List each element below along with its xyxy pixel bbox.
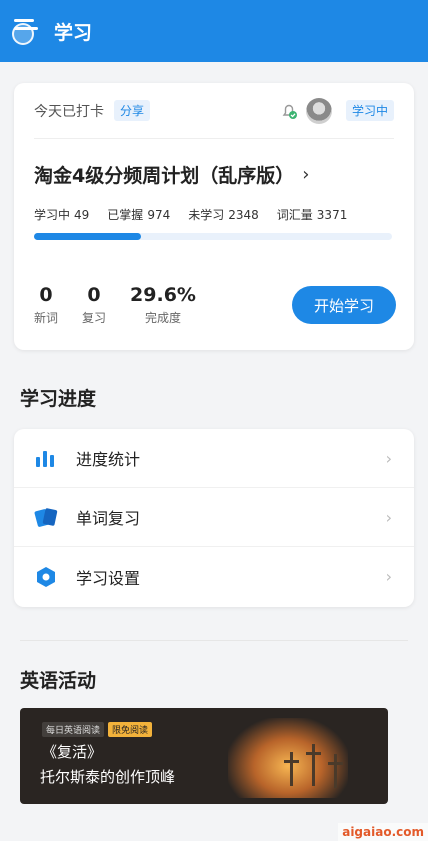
cards-icon	[34, 505, 58, 529]
bar-chart-icon	[34, 446, 58, 470]
progress-section-title: 学习进度	[20, 388, 97, 410]
banner-tag-daily: 每日英语阅读	[42, 722, 105, 737]
count-new-words: 0 新词	[34, 284, 59, 325]
activity-banner[interactable]: 每日英语阅读 限免阅读 《复活》 托尔斯泰的创作顶峰	[20, 708, 388, 804]
menu-item-label: 单词复习	[76, 509, 141, 528]
plan-progress-fill	[34, 233, 142, 240]
chevron-right-icon: ›	[385, 567, 392, 586]
page-title: 学习	[54, 21, 93, 44]
plan-progress-bar	[34, 233, 392, 240]
chevron-right-icon: ›	[385, 448, 392, 468]
checkin-row: 今天已打卡 分享 学习中	[34, 83, 394, 139]
menu-item-word-review[interactable]: 单词复习 ›	[14, 488, 414, 547]
banner-tags: 每日英语阅读 限免阅读	[42, 722, 153, 737]
stat-vocab: 词汇量 3371	[276, 208, 348, 222]
progress-menu: 进度统计 › 单词复习 › 学习设置 ›	[14, 429, 414, 607]
stat-unlearned: 未学习 2348	[188, 208, 259, 222]
status-badge: 学习中	[345, 100, 394, 121]
start-learning-button[interactable]: 开始学习	[292, 286, 396, 324]
banner-subtitle: 托尔斯泰的创作顶峰	[40, 768, 176, 786]
plan-stats: 学习中 49 已掌握 974 未学习 2348 词汇量 3371	[34, 206, 394, 223]
activity-section-title: 英语活动	[20, 670, 97, 692]
settings-hex-icon	[34, 565, 58, 589]
watermark: aigaiao.com	[338, 823, 428, 841]
checkin-text: 今天已打卡	[34, 103, 104, 120]
checkin-bell-icon[interactable]	[280, 102, 298, 120]
section-divider	[20, 640, 408, 641]
share-button[interactable]: 分享	[114, 100, 151, 121]
menu-item-label: 进度统计	[76, 450, 141, 469]
stat-learning: 学习中 49	[34, 208, 90, 222]
banner-book-title: 《复活》	[42, 743, 103, 761]
menu-item-progress-stats[interactable]: 进度统计 ›	[14, 429, 414, 488]
counts-row: 0 新词 0 复习 29.6% 完成度	[34, 283, 220, 326]
avatar[interactable]	[305, 97, 332, 124]
menu-icon[interactable]	[12, 15, 44, 47]
menu-item-label: 学习设置	[76, 568, 141, 588]
count-completion: 29.6% 完成度	[130, 284, 196, 325]
plan-card[interactable]: 今天已打卡 分享 学习中 淘金4级分频周计划（乱序版） › 学习中 49 已掌握 9…	[14, 83, 414, 350]
stat-mastered: 已掌握 974	[107, 208, 171, 222]
chevron-right-icon: ›	[302, 164, 310, 185]
plan-title: 淘金4级分频周计划（乱序版）	[34, 165, 295, 187]
count-review: 0 复习	[82, 284, 107, 325]
menu-item-study-settings[interactable]: 学习设置 ›	[14, 547, 414, 606]
app-header: 学习	[0, 0, 428, 62]
plan-title-link[interactable]: 淘金4级分频周计划（乱序版） ›	[34, 161, 394, 188]
chevron-right-icon: ›	[385, 507, 392, 527]
banner-tag-free: 限免阅读	[108, 722, 153, 737]
